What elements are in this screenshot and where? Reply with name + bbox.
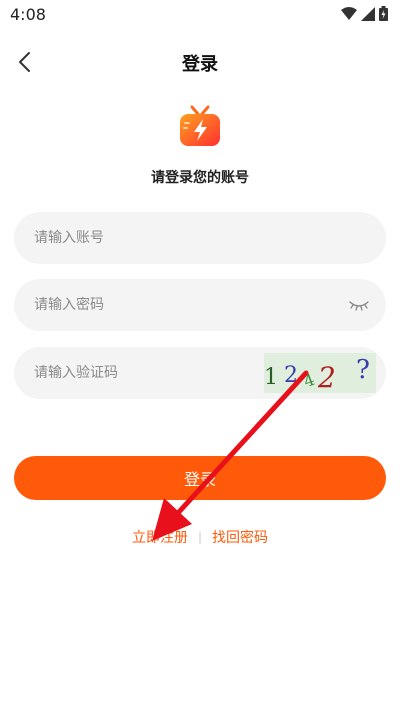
wifi-icon [341, 6, 357, 20]
account-field-container [14, 212, 386, 264]
captcha-char: ? [356, 355, 370, 385]
battery-icon [379, 6, 388, 21]
auth-links: 立即注册 | 找回密码 [0, 527, 400, 547]
account-input[interactable] [34, 212, 274, 264]
password-field-container [14, 279, 386, 331]
header: 登录 [0, 40, 400, 84]
register-link[interactable]: 立即注册 [132, 527, 188, 547]
status-bar: 4:08 [0, 0, 400, 30]
captcha-image[interactable]: 1 2 4 2 ? [264, 353, 376, 394]
captcha-char: 2 [318, 361, 336, 394]
tv-lightning-logo-icon [180, 105, 220, 146]
page-title: 登录 [182, 54, 218, 75]
status-icons [341, 6, 388, 21]
links-separator: | [197, 530, 203, 544]
captcha-field-container: 1 2 4 2 ? [14, 347, 386, 399]
login-button[interactable]: 登录 [14, 456, 386, 500]
eye-closed-icon[interactable] [348, 297, 370, 313]
captcha-char: 1 [264, 365, 278, 390]
captcha-char: 2 [284, 363, 298, 388]
login-subtitle: 请登录您的账号 [151, 170, 249, 186]
status-time: 4:08 [10, 5, 46, 24]
captcha-input[interactable] [34, 347, 274, 399]
captcha-char: 4 [301, 369, 318, 392]
password-input[interactable] [34, 279, 274, 331]
signal-icon [361, 6, 375, 21]
forgot-password-link[interactable]: 找回密码 [212, 527, 268, 547]
